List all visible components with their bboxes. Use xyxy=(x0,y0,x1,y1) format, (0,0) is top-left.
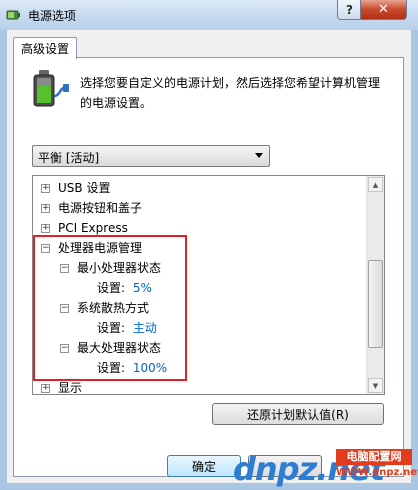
vertical-scrollbar[interactable]: ▲ ▼ xyxy=(366,176,384,394)
description: 选择您要自定义的电源计划，然后选择您希望计算机管理 的电源设置。 xyxy=(80,73,390,113)
expand-icon[interactable]: + xyxy=(41,224,50,233)
tree-item-power-buttons[interactable]: + 电源按钮和盖子 xyxy=(41,198,142,218)
scroll-up-icon[interactable]: ▲ xyxy=(368,177,383,192)
tree-item-label: USB 设置 xyxy=(58,181,111,195)
tree-item-label: 显示 xyxy=(58,381,83,395)
tab-advanced-settings[interactable]: 高级设置 xyxy=(13,37,77,59)
close-icon: ✕ xyxy=(378,2,389,17)
close-button[interactable]: ✕ xyxy=(360,0,407,20)
scroll-down-icon[interactable]: ▼ xyxy=(368,378,383,393)
description-line-2: 的电源设置。 xyxy=(80,96,153,110)
tree-item-label: 电源按钮和盖子 xyxy=(58,201,143,215)
title-bar: 电源选项 ? ✕ xyxy=(0,0,418,30)
scrollbar-thumb[interactable] xyxy=(368,260,383,348)
restore-defaults-button[interactable]: 还原计划默认值(R) xyxy=(212,403,384,425)
expand-icon[interactable]: + xyxy=(41,204,50,213)
tree-item-usb[interactable]: + USB 设置 xyxy=(41,178,110,198)
expand-icon[interactable]: + xyxy=(41,384,50,393)
expand-icon[interactable]: + xyxy=(41,184,50,193)
tree-item-label: PCI Express xyxy=(58,221,128,235)
watermark-url: WWW.dnpz.net xyxy=(336,467,418,478)
power-plan-value: 平衡 [活动] xyxy=(38,151,100,165)
power-options-icon xyxy=(6,10,20,20)
window-title: 电源选项 xyxy=(28,9,77,23)
battery-power-icon xyxy=(33,70,69,107)
description-line-1: 选择您要自定义的电源计划，然后选择您希望计算机管理 xyxy=(80,76,381,90)
highlight-annotation-box xyxy=(33,235,187,381)
power-plan-select[interactable]: 平衡 [活动] xyxy=(32,145,270,167)
help-button[interactable]: ? xyxy=(337,0,362,20)
dropdown-arrow-icon xyxy=(255,153,263,158)
watermark-badge: 电脑配置网 xyxy=(336,449,412,465)
ok-button[interactable]: 确定 xyxy=(167,455,241,477)
help-icon: ? xyxy=(346,2,353,17)
